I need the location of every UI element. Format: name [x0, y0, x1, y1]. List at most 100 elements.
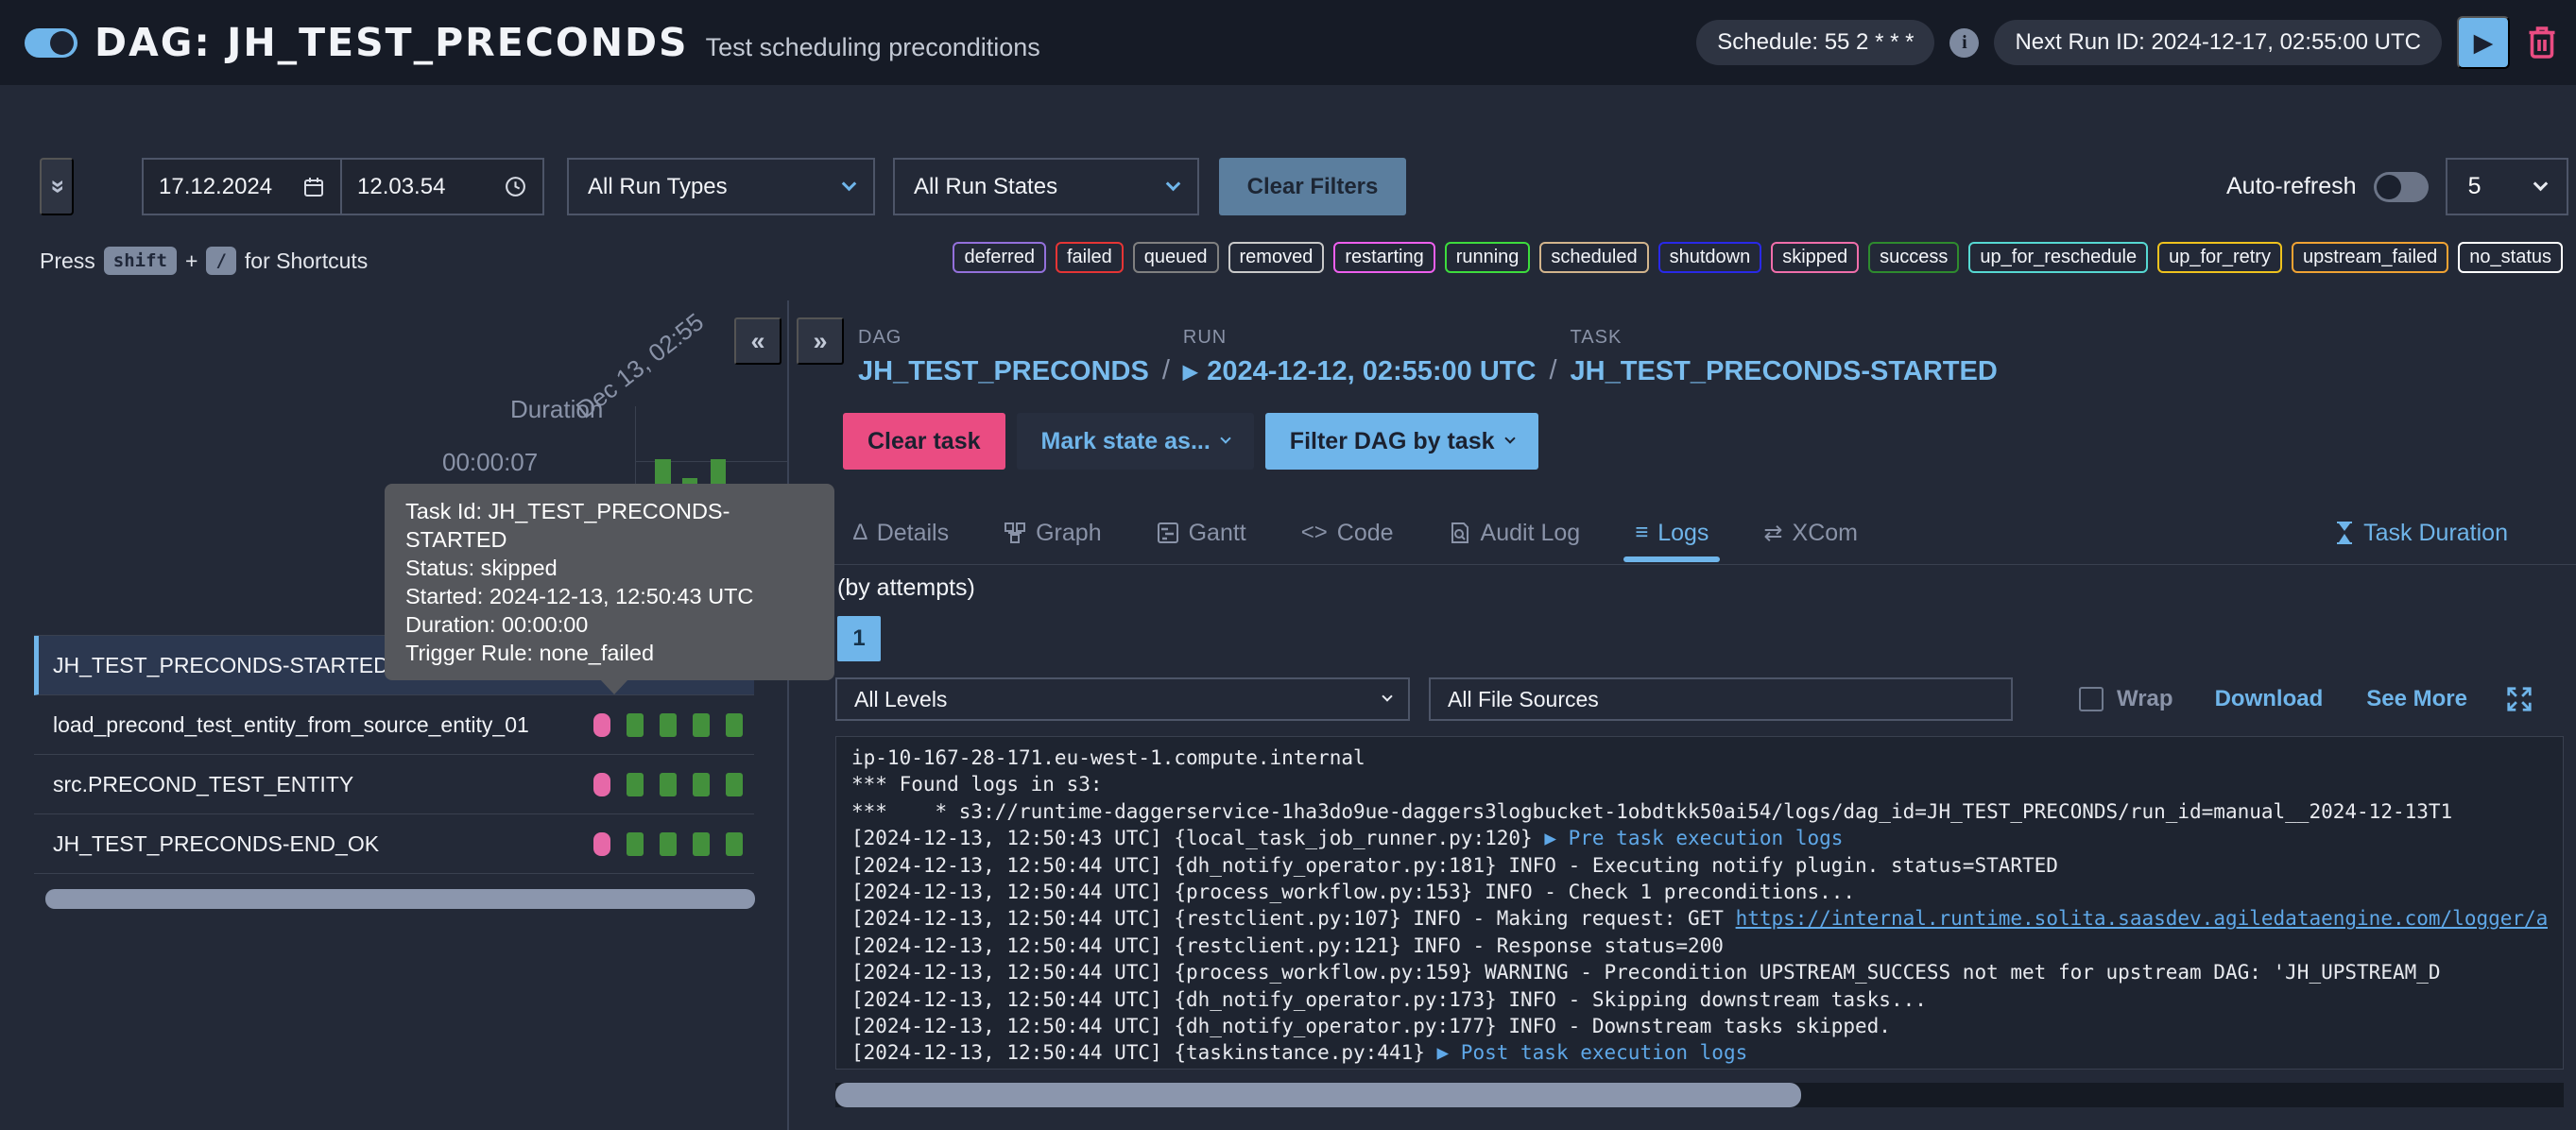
log-url-link[interactable]: https://internal.runtime.solita.saasdev.…	[1736, 907, 2548, 930]
duration-bar[interactable]	[711, 459, 726, 486]
run-state-square[interactable]	[593, 713, 610, 737]
time-filter-input[interactable]: 12.03.54	[340, 158, 544, 215]
dag-pause-toggle[interactable]	[25, 28, 77, 58]
run-types-select[interactable]: All Run Types	[567, 158, 875, 215]
tab-logs[interactable]: ≡ Logs	[1635, 520, 1709, 547]
status-badge[interactable]: restarting	[1333, 242, 1434, 273]
shortcuts-text: Press	[40, 248, 95, 274]
code-icon: <>	[1301, 520, 1328, 546]
status-badge[interactable]: up_for_retry	[2157, 242, 2282, 273]
duration-bar[interactable]	[655, 459, 671, 486]
log-output[interactable]: ip-10-167-28-171.eu-west-1.compute.inter…	[835, 736, 2564, 1070]
run-state-square[interactable]	[627, 773, 644, 796]
run-state-square[interactable]	[593, 832, 610, 856]
log-scrollbar-thumb[interactable]	[835, 1083, 1801, 1107]
file-source-select[interactable]: All File Sources	[1429, 677, 2013, 721]
delete-dag-button[interactable]	[2525, 23, 2559, 62]
double-chevron-up-icon: «	[43, 180, 72, 194]
status-badge[interactable]: deferred	[953, 242, 1046, 273]
run-state-square[interactable]	[593, 773, 610, 796]
run-state-square[interactable]	[726, 773, 743, 796]
run-state-square[interactable]	[693, 773, 710, 796]
clear-task-button[interactable]: Clear task	[843, 413, 1005, 470]
run-types-value: All Run Types	[588, 174, 728, 200]
log-group-toggle[interactable]: ▶ Post task execution logs	[1437, 1041, 1748, 1064]
trigger-dag-button[interactable]: ▶	[2457, 16, 2510, 69]
schedule-badge: Schedule: 55 2 * * *	[1696, 20, 1934, 65]
auto-refresh-toggle[interactable]	[2374, 172, 2429, 202]
task-row[interactable]: src.PRECOND_TEST_ENTITY	[34, 755, 754, 814]
run-state-square[interactable]	[627, 713, 644, 737]
breadcrumb-dag-value[interactable]: JH_TEST_PRECONDS	[858, 356, 1149, 387]
status-badge[interactable]: upstream_failed	[2292, 242, 2448, 273]
tab-gantt[interactable]: Gantt	[1157, 520, 1246, 547]
run-state-square[interactable]	[693, 832, 710, 856]
task-name: JH_TEST_PRECONDS-STARTED	[53, 653, 389, 678]
fullscreen-button[interactable]	[2505, 685, 2533, 713]
see-more-link[interactable]: See More	[2366, 686, 2467, 712]
tab-xcom[interactable]: ⇄ XCom	[1763, 520, 1858, 547]
tab-label: Graph	[1036, 520, 1101, 547]
date-filter-input[interactable]: 17.12.2024	[142, 158, 342, 215]
chevron-down-icon	[2533, 177, 2548, 192]
breadcrumb-task-value[interactable]: JH_TEST_PRECONDS-STARTED	[1571, 356, 1998, 387]
status-badge[interactable]: scheduled	[1539, 242, 1648, 273]
log-scrollbar-track[interactable]	[835, 1083, 2564, 1107]
refresh-interval-select[interactable]: 5	[2446, 158, 2568, 215]
details-icon: ∆	[853, 520, 867, 546]
status-legend: deferred failed queued removed restartin…	[953, 242, 2563, 273]
breadcrumb-run-value[interactable]: ▶ 2024-12-12, 02:55:00 UTC	[1183, 356, 1537, 387]
status-badge[interactable]: failed	[1056, 242, 1124, 273]
log-line: [2024-12-13, 12:50:43 UTC] {local_task_j…	[851, 825, 2548, 851]
task-row[interactable]: load_precond_test_entity_from_source_ent…	[34, 695, 754, 755]
log-level-select[interactable]: All Levels	[835, 677, 1410, 721]
shift-key-badge: shift	[104, 247, 177, 275]
tab-details[interactable]: ∆ Details	[853, 520, 949, 547]
tooltip-status: Status: skipped	[405, 554, 814, 582]
attempt-1-button[interactable]: 1	[837, 616, 881, 661]
status-badge[interactable]: removed	[1228, 242, 1325, 273]
run-states-select[interactable]: All Run States	[893, 158, 1199, 215]
tab-task-duration[interactable]: Task Duration	[2335, 520, 2508, 547]
status-badge[interactable]: running	[1445, 242, 1531, 273]
run-state-square[interactable]	[726, 832, 743, 856]
tab-audit-log[interactable]: Audit Log	[1449, 520, 1581, 547]
breadcrumb-separator: /	[1549, 355, 1556, 387]
status-badge[interactable]: shutdown	[1658, 242, 1762, 273]
dag-description: Test scheduling preconditions	[706, 33, 1040, 62]
graph-icon	[1004, 522, 1026, 544]
status-badge[interactable]: no_status	[2458, 242, 2563, 273]
task-row[interactable]: JH_TEST_PRECONDS-END_OK	[34, 814, 754, 874]
expand-panel-right-button[interactable]: »	[797, 317, 844, 365]
calendar-icon	[302, 176, 325, 198]
run-state-square[interactable]	[660, 713, 677, 737]
status-badge[interactable]: up_for_reschedule	[1968, 242, 2148, 273]
run-state-square[interactable]	[627, 832, 644, 856]
task-tooltip: Task Id: JH_TEST_PRECONDS-STARTED Status…	[385, 484, 834, 680]
wrap-checkbox[interactable]	[2079, 687, 2104, 711]
status-badge[interactable]: skipped	[1771, 242, 1859, 273]
tab-code[interactable]: <> Code	[1301, 520, 1394, 547]
collapse-filters-button[interactable]: «	[40, 158, 74, 215]
caret-down-icon	[1504, 433, 1515, 443]
chart-axis	[635, 406, 636, 487]
clear-filters-button[interactable]: Clear Filters	[1219, 158, 1406, 215]
filter-dag-by-task-button[interactable]: Filter DAG by task	[1265, 413, 1538, 470]
run-state-square[interactable]	[660, 832, 677, 856]
tab-label: XCom	[1793, 520, 1858, 547]
info-icon[interactable]: i	[1949, 28, 1979, 58]
log-line: [2024-12-13, 12:50:44 UTC] {process_work…	[851, 879, 2548, 905]
breadcrumb-separator: /	[1162, 355, 1170, 387]
log-group-toggle[interactable]: ▶ Pre task execution logs	[1544, 827, 1843, 849]
tab-graph[interactable]: Graph	[1004, 520, 1101, 547]
run-state-square[interactable]	[660, 773, 677, 796]
status-badge[interactable]: queued	[1133, 242, 1219, 273]
collapse-panel-left-button[interactable]: «	[734, 317, 781, 365]
download-link[interactable]: Download	[2215, 686, 2324, 712]
run-state-square[interactable]	[693, 713, 710, 737]
task-list-scrollbar[interactable]	[45, 889, 755, 909]
mark-state-as-button[interactable]: Mark state as...	[1017, 413, 1254, 470]
status-badge[interactable]: success	[1868, 242, 1959, 273]
run-state-square[interactable]	[726, 713, 743, 737]
date-value: 17.12.2024	[159, 174, 272, 200]
